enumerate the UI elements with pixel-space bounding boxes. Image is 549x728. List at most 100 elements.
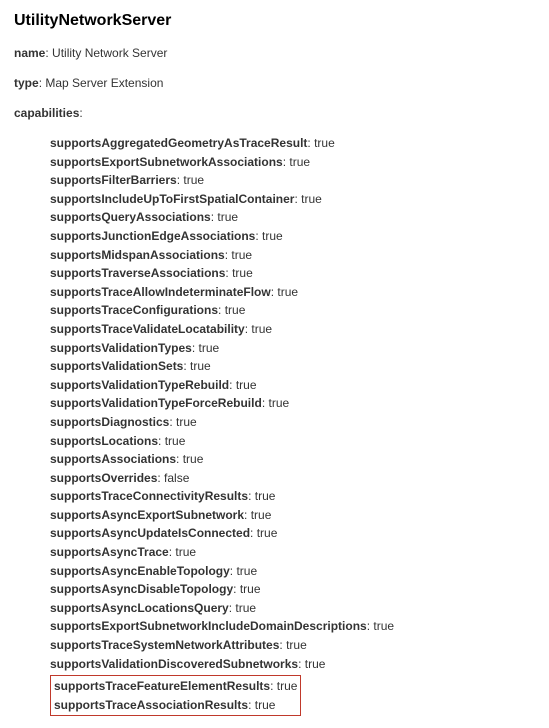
capabilities-list: supportsAggregatedGeometryAsTraceResult:…: [50, 134, 535, 716]
capability-row: supportsDiagnostics: true: [50, 413, 535, 432]
capability-row: supportsLocations: true: [50, 432, 535, 451]
capability-value: true: [225, 303, 246, 317]
capability-key: supportsTraverseAssociations: [50, 266, 225, 280]
capability-value: true: [217, 210, 238, 224]
capability-value: true: [301, 192, 322, 206]
capability-key: supportsAsyncDisableTopology: [50, 582, 233, 596]
capability-value: true: [255, 698, 276, 712]
capability-key: supportsValidationTypeRebuild: [50, 378, 229, 392]
capability-value: true: [305, 657, 326, 671]
capability-key: supportsExportSubnetworkAssociations: [50, 155, 283, 169]
capability-key: supportsIncludeUpToFirstSpatialContainer: [50, 192, 294, 206]
capability-key: supportsOverrides: [50, 471, 157, 485]
capability-key: supportsExportSubnetworkIncludeDomainDes…: [50, 619, 367, 633]
capability-key: supportsTraceFeatureElementResults: [54, 679, 270, 693]
capability-value: true: [268, 396, 289, 410]
capability-value: true: [231, 248, 252, 262]
capability-key: supportsTraceValidateLocatability: [50, 322, 245, 336]
capability-key: supportsMidspanAssociations: [50, 248, 225, 262]
capability-row: supportsValidationTypeForceRebuild: true: [50, 394, 535, 413]
capability-row: supportsAsyncUpdateIsConnected: true: [50, 524, 535, 543]
capability-value: true: [235, 601, 256, 615]
capability-row: supportsExportSubnetworkAssociations: tr…: [50, 153, 535, 172]
capability-key: supportsValidationDiscoveredSubnetworks: [50, 657, 298, 671]
capability-value: true: [165, 434, 186, 448]
capability-row: supportsAsyncEnableTopology: true: [50, 562, 535, 581]
capability-key: supportsValidationTypes: [50, 341, 192, 355]
capability-row: supportsValidationDiscoveredSubnetworks:…: [50, 655, 535, 674]
capability-value: true: [251, 508, 272, 522]
capability-row: supportsMidspanAssociations: true: [50, 246, 535, 265]
capability-value: true: [198, 341, 219, 355]
capability-row: supportsQueryAssociations: true: [50, 208, 535, 227]
capability-key: supportsDiagnostics: [50, 415, 169, 429]
capability-key: supportsValidationSets: [50, 359, 183, 373]
capability-value: false: [164, 471, 189, 485]
capability-key: supportsTraceAllowIndeterminateFlow: [50, 285, 271, 299]
capability-key: supportsFilterBarriers: [50, 173, 177, 187]
capability-key: supportsAsyncUpdateIsConnected: [50, 526, 250, 540]
capability-row: supportsValidationSets: true: [50, 357, 535, 376]
capability-value: true: [373, 619, 394, 633]
capability-value: true: [236, 564, 257, 578]
capability-value: true: [251, 322, 272, 336]
capability-value: true: [232, 266, 253, 280]
capability-row: supportsOverrides: false: [50, 469, 535, 488]
capability-value: true: [190, 359, 211, 373]
capability-value: true: [286, 638, 307, 652]
capability-row: supportsTraceSystemNetworkAttributes: tr…: [50, 636, 535, 655]
capability-key: supportsTraceConnectivityResults: [50, 489, 248, 503]
capability-value: true: [175, 545, 196, 559]
highlighted-capabilities: supportsTraceFeatureElementResults: true…: [50, 675, 301, 716]
capability-row: supportsTraceConnectivityResults: true: [50, 487, 535, 506]
capability-key: supportsTraceConfigurations: [50, 303, 218, 317]
capability-value: true: [277, 679, 298, 693]
capability-row: supportsAsyncExportSubnetwork: true: [50, 506, 535, 525]
capability-value: true: [314, 136, 335, 150]
capability-key: supportsTraceSystemNetworkAttributes: [50, 638, 279, 652]
capability-row: supportsFilterBarriers: true: [50, 171, 535, 190]
capability-row: supportsExportSubnetworkIncludeDomainDes…: [50, 617, 535, 636]
capability-value: true: [240, 582, 261, 596]
capability-row: supportsTraverseAssociations: true: [50, 264, 535, 283]
capability-key: supportsTraceAssociationResults: [54, 698, 248, 712]
capability-row: supportsAggregatedGeometryAsTraceResult:…: [50, 134, 535, 153]
capabilities-label: capabilities: [14, 106, 79, 120]
capability-value: true: [176, 415, 197, 429]
name-row: name: Utility Network Server: [14, 44, 535, 62]
capability-key: supportsAsyncExportSubnetwork: [50, 508, 244, 522]
capability-value: true: [183, 173, 204, 187]
name-label: name: [14, 46, 45, 60]
capability-key: supportsAssociations: [50, 452, 176, 466]
capability-key: supportsAsyncTrace: [50, 545, 169, 559]
capability-value: true: [257, 526, 278, 540]
capability-row: supportsAsyncDisableTopology: true: [50, 580, 535, 599]
capability-value: true: [255, 489, 276, 503]
capability-row: supportsIncludeUpToFirstSpatialContainer…: [50, 190, 535, 209]
capability-value: true: [262, 229, 283, 243]
capability-row: supportsAsyncLocationsQuery: true: [50, 599, 535, 618]
capability-key: supportsValidationTypeForceRebuild: [50, 396, 262, 410]
capability-key: supportsAsyncEnableTopology: [50, 564, 230, 578]
name-value: Utility Network Server: [52, 46, 167, 60]
capability-row: supportsAsyncTrace: true: [50, 543, 535, 562]
capability-row: supportsTraceFeatureElementResults: true: [54, 677, 297, 696]
capability-value: true: [236, 378, 257, 392]
capability-row: supportsAssociations: true: [50, 450, 535, 469]
capability-row: supportsTraceAssociationResults: true: [54, 696, 297, 715]
capability-row: supportsTraceAllowIndeterminateFlow: tru…: [50, 283, 535, 302]
capability-row: supportsJunctionEdgeAssociations: true: [50, 227, 535, 246]
type-value: Map Server Extension: [45, 76, 163, 90]
capability-row: supportsValidationTypeRebuild: true: [50, 376, 535, 395]
capability-key: supportsJunctionEdgeAssociations: [50, 229, 255, 243]
capability-key: supportsQueryAssociations: [50, 210, 211, 224]
capability-value: true: [277, 285, 298, 299]
type-row: type: Map Server Extension: [14, 74, 535, 92]
capability-row: supportsValidationTypes: true: [50, 339, 535, 358]
capability-row: supportsTraceConfigurations: true: [50, 301, 535, 320]
type-label: type: [14, 76, 39, 90]
capability-key: supportsAggregatedGeometryAsTraceResult: [50, 136, 307, 150]
capability-value: true: [183, 452, 204, 466]
capabilities-row: capabilities:: [14, 104, 535, 122]
capability-key: supportsLocations: [50, 434, 158, 448]
